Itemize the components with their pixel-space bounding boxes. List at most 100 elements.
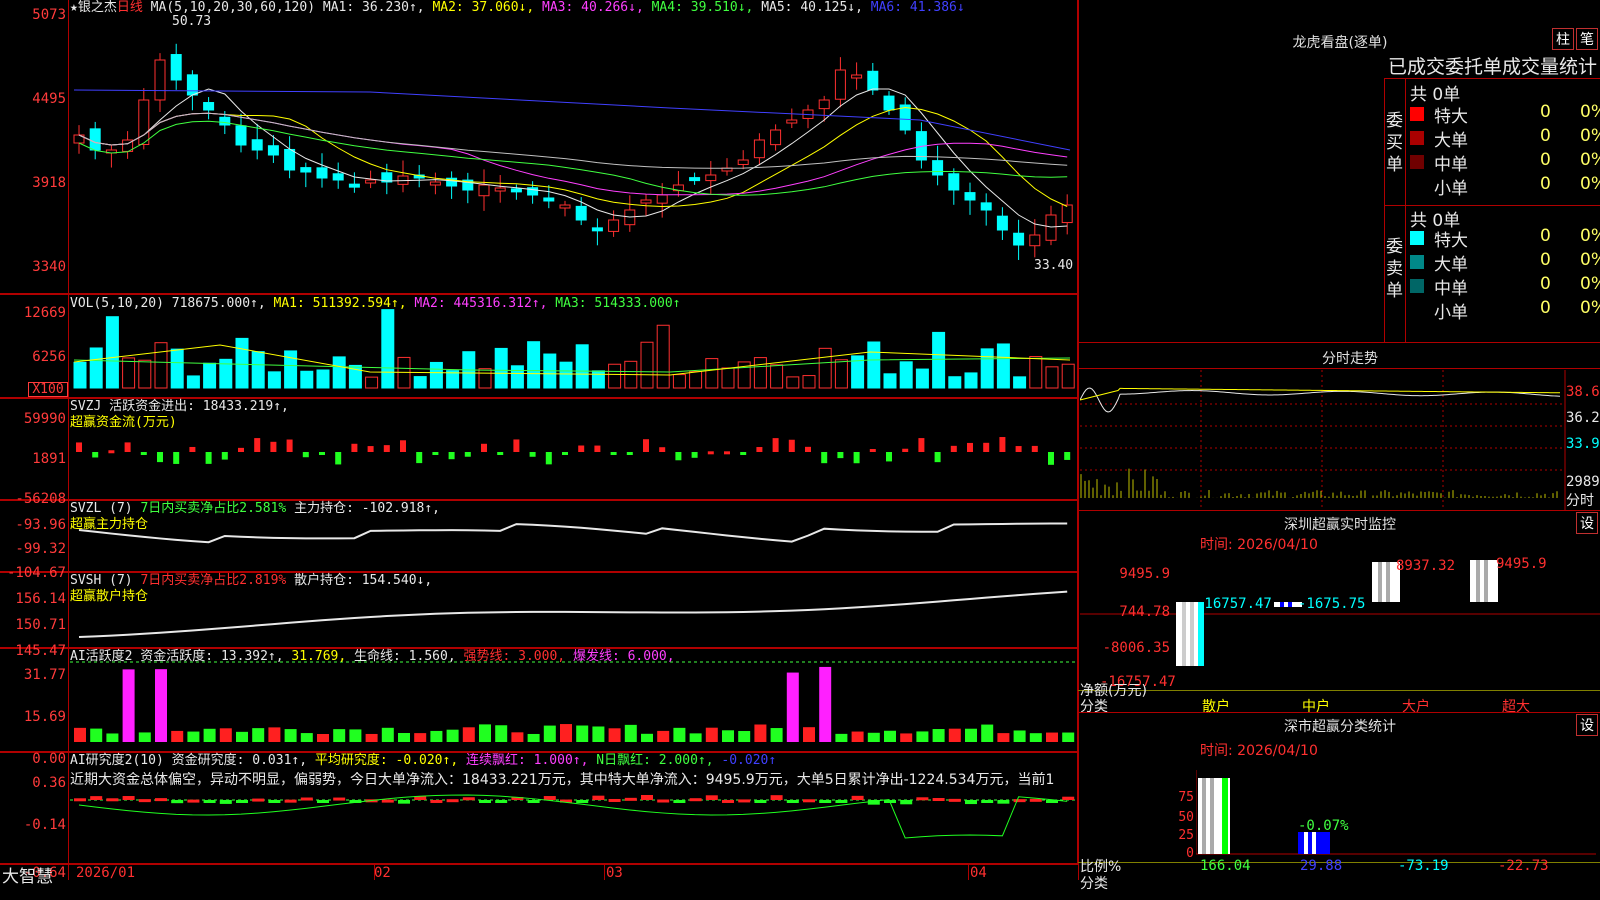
vol-bar (721, 367, 735, 389)
order-color-icon (1410, 155, 1424, 169)
monitor-bars (1176, 560, 1498, 666)
order-color-icon (1410, 303, 1424, 317)
svzj-bar (497, 452, 504, 455)
ai2-bar (203, 800, 216, 803)
ai1-bar (333, 729, 346, 742)
svzj-bar (869, 448, 876, 452)
stat-bar-mid (1298, 832, 1330, 854)
vol-bar (235, 337, 249, 389)
ma-params: MA(5,10,20,30,60,120) (150, 0, 316, 15)
ai1-bar (884, 730, 896, 742)
svzl-axis-label: -104.67 (6, 565, 66, 581)
svzj-bar (108, 450, 115, 454)
svzj-bar (464, 452, 471, 457)
svzj-bar (238, 447, 244, 452)
ai1-bar (657, 730, 670, 742)
candle (235, 125, 247, 146)
candle (348, 183, 360, 188)
order-row: 特大00% (1410, 102, 1600, 127)
vol-bar (154, 342, 168, 389)
bar-mode-button[interactable]: 柱 (1552, 28, 1574, 50)
ai2-bar (333, 797, 346, 801)
order-row: 特大00% (1410, 226, 1600, 251)
monitor-bar-stripe (1280, 602, 1284, 607)
svzj-bar (772, 438, 779, 452)
ai1-header: AI活跃度2 资金活跃度: 13.392↑, 31.769, 生命线: 1.56… (70, 649, 675, 664)
intraday-axis-label: 分时 (1566, 493, 1594, 509)
stat-axis-label: 0 (1186, 846, 1194, 861)
monitor-settings-button[interactable]: 设 (1576, 512, 1598, 534)
ai1-bar (527, 733, 540, 742)
order-row: 大单00% (1410, 126, 1600, 151)
candle (543, 197, 555, 202)
ai1-bar (722, 730, 734, 742)
svzj-bar (335, 452, 342, 465)
vol-bar (1045, 366, 1059, 389)
candle (656, 194, 668, 204)
ai1-bar (543, 725, 556, 742)
svzj-bar (124, 442, 131, 452)
ai1-bar (851, 731, 864, 742)
ai1-bar (398, 733, 410, 742)
vol-bar (138, 359, 152, 389)
monitor-axis-label: 9495.9 (1119, 566, 1170, 582)
date-label: 2026/01 (76, 865, 136, 881)
period-label: 日线 (116, 0, 143, 15)
ai1-bar (446, 729, 459, 742)
vol-bar (608, 363, 622, 389)
monitor-value: 8937.32 (1396, 558, 1456, 574)
monitor-axis-label: 744.78 (1119, 604, 1170, 620)
ai1-bar (965, 728, 977, 742)
ai1-bar (252, 728, 265, 742)
price-axis-label: 3340 (32, 259, 66, 275)
intraday-axis-label: 33.98 (1566, 436, 1600, 452)
svzj-axis-label: -56208 (15, 491, 66, 507)
intraday-chart[interactable] (1080, 370, 1600, 510)
stat-settings-button[interactable]: 设 (1576, 714, 1598, 736)
svzj-bar (254, 438, 261, 452)
candle (154, 59, 166, 101)
svzj-bar (821, 452, 828, 464)
category-large: 大户 (1402, 699, 1430, 715)
ai2-bar (527, 800, 540, 803)
vol-bar (753, 357, 767, 389)
monitor-value: -16757.47 (1196, 596, 1272, 612)
tick-mode-button[interactable]: 笔 (1576, 28, 1598, 50)
ai1-bar (219, 728, 232, 742)
svzj-bar (416, 452, 423, 464)
ai1-bar (495, 725, 508, 742)
price-axis-label: 4495 (32, 91, 66, 107)
stat-category-label: 分类 (1080, 876, 1108, 892)
ai2-bar (90, 796, 103, 800)
ai1-bar (835, 733, 848, 742)
svzj-bar (675, 452, 682, 461)
candle (640, 199, 652, 204)
intraday-axis-label: 36.29 (1566, 410, 1600, 426)
ai2-bar (446, 799, 459, 803)
candle (996, 215, 1008, 231)
ai1-bar (430, 730, 443, 742)
ai2-axis-label: 0.36 (32, 775, 66, 791)
ai1-bar (317, 733, 329, 742)
ai1-bar (349, 729, 362, 742)
candle (899, 104, 911, 131)
ai1-axis-label: 31.77 (23, 667, 66, 683)
svzl-header: SVZL (7) 7日内买卖净占比2.581% 主力持仓: -102.918↑,… (70, 501, 440, 532)
ai2-bar (1062, 796, 1075, 800)
ai1-bar (689, 733, 702, 742)
ai2-bar (916, 797, 929, 801)
stat-value: 166.04 (1200, 858, 1251, 874)
date-label: 02 (374, 865, 391, 881)
category-mid: 中户 (1302, 699, 1330, 715)
vol-bar (640, 341, 654, 389)
svzj-bar (319, 452, 325, 455)
svzj-bar (221, 452, 228, 460)
chart-canvas[interactable] (70, 0, 1076, 880)
vol-bar (300, 370, 314, 389)
svzj-bar (999, 437, 1006, 452)
ma2-value: MA2: 37.060↓, (432, 0, 535, 15)
order-color-icon (1410, 107, 1424, 121)
sell-order-label: 委卖单 (1386, 237, 1403, 301)
svsh-axis-label: 156.14 (15, 591, 66, 607)
ai2-bar (608, 798, 621, 802)
